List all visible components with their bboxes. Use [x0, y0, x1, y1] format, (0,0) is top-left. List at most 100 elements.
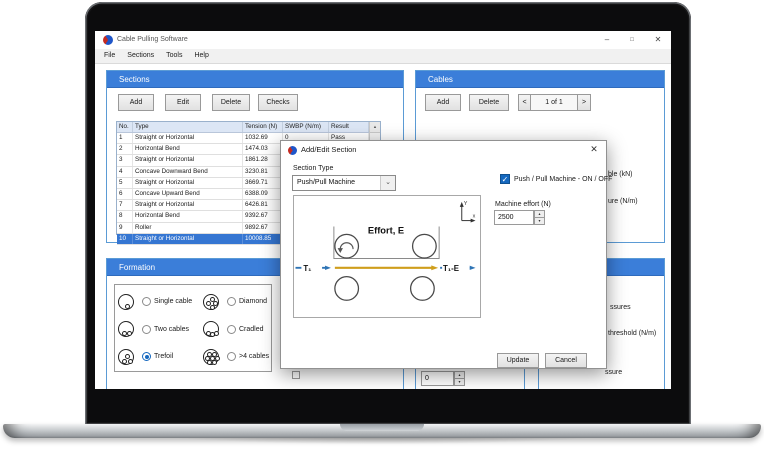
cell-tension[interactable]: 1032.69	[243, 133, 283, 143]
cell-no[interactable]: 8	[117, 211, 133, 221]
add-edit-section-dialog: Add/Edit Section ✕ Section Type Push/Pul…	[280, 140, 607, 369]
add-section-button[interactable]: Add	[118, 94, 154, 111]
cables-panel-header: Cables	[416, 71, 664, 88]
cell-no[interactable]: 4	[117, 167, 133, 177]
bottom-roller-right	[411, 277, 435, 301]
delete-section-button[interactable]: Delete	[212, 94, 250, 111]
formation-option[interactable]: Two cables	[118, 316, 203, 343]
formation-option[interactable]: Trefoil	[118, 343, 203, 370]
formation-option[interactable]: >4 cables	[203, 343, 271, 370]
machine-effort-input[interactable]: 2500	[494, 210, 534, 225]
cell-no[interactable]: 3	[117, 155, 133, 165]
bottom-roller-left	[335, 277, 359, 301]
cell-type[interactable]: Straight or Horizontal	[133, 234, 243, 244]
menu-bar: File Sections Tools Help	[95, 49, 671, 64]
threshold-spinner-input[interactable]: 0	[421, 371, 454, 386]
axis-x-label: x	[473, 214, 476, 220]
update-button[interactable]: Update	[497, 353, 539, 368]
cell-type[interactable]: Straight or Horizontal	[133, 178, 243, 188]
section-type-dropdown[interactable]: Push/Pull Machine ⌄	[292, 175, 396, 191]
spin-up-icon[interactable]: ▴	[454, 371, 465, 379]
laptop-bezel: Cable Pulling Software – □ ✕ File Sectio…	[85, 2, 691, 425]
laptop-base-notch	[340, 424, 424, 431]
top-roller-left	[335, 234, 359, 258]
col-swbp: SWBP (N/m)	[283, 122, 329, 132]
cell-type[interactable]: Straight or Horizontal	[133, 155, 243, 165]
dropdown-arrow-icon[interactable]: ⌄	[380, 176, 395, 190]
effort-label: Effort, E	[368, 225, 404, 235]
cable-next-button[interactable]: >	[577, 94, 591, 111]
cancel-button[interactable]: Cancel	[545, 353, 587, 368]
cell-type[interactable]: Horizontal Bend	[133, 211, 243, 221]
formation-radio-button[interactable]	[227, 297, 236, 306]
spin-up-icon[interactable]: ▴	[534, 210, 545, 218]
spin-down-icon[interactable]: ▾	[454, 379, 465, 387]
cell-tension[interactable]: 3669.71	[243, 178, 283, 188]
push-pull-checkbox[interactable]: ✓	[500, 174, 510, 184]
delete-cable-button[interactable]: Delete	[469, 94, 509, 111]
maximize-button[interactable]: □	[624, 31, 640, 49]
scroll-up-icon[interactable]: ▲	[370, 122, 380, 133]
col-no: No.	[117, 122, 133, 132]
cell-type[interactable]: Straight or Horizontal	[133, 200, 243, 210]
formation-option[interactable]: Cradled	[203, 316, 271, 343]
cell-tension[interactable]: 9892.67	[243, 223, 283, 233]
formation-radio-button[interactable]	[227, 352, 236, 361]
cable-dot	[125, 304, 130, 309]
cell-type[interactable]: Horizontal Bend	[133, 144, 243, 154]
formation-radio-button[interactable]	[142, 352, 151, 361]
sections-panel-title: Sections	[119, 75, 150, 84]
formation-option[interactable]: Diamond	[203, 288, 271, 315]
threshold-spinner-buttons[interactable]: ▴ ▾	[454, 371, 465, 386]
cell-no[interactable]: 9	[117, 223, 133, 233]
formation-icon	[118, 349, 134, 365]
top-roller-right	[413, 234, 437, 258]
formation-radio-button[interactable]	[142, 325, 151, 334]
cable-dot	[128, 359, 133, 364]
formation-radio-button[interactable]	[227, 325, 236, 334]
unchecked-checkbox-fragment[interactable]	[292, 371, 300, 379]
formation-option[interactable]: Single cable	[118, 288, 203, 315]
minimize-button[interactable]: –	[599, 31, 615, 49]
checks-button[interactable]: Checks	[258, 94, 298, 111]
formation-radio-button[interactable]	[142, 297, 151, 306]
push-pull-checkbox-label: Push / Pull Machine - ON / OFF	[514, 176, 612, 183]
cell-tension[interactable]: 1474.03	[243, 144, 283, 154]
menu-tools[interactable]: Tools	[160, 49, 188, 63]
cell-type[interactable]: Concave Upward Bend	[133, 189, 243, 199]
col-result: Result	[329, 122, 369, 132]
formation-option-label: >4 cables	[239, 353, 269, 360]
cell-no[interactable]: 1	[117, 133, 133, 143]
formation-panel-title: Formation	[119, 263, 155, 272]
formation-option-label: Cradled	[239, 326, 264, 333]
cell-type[interactable]: Straight or Horizontal	[133, 133, 243, 143]
menu-sections[interactable]: Sections	[121, 49, 160, 63]
sections-panel-header: Sections	[107, 71, 403, 88]
cell-tension[interactable]: 3230.81	[243, 167, 283, 177]
cell-no[interactable]: 7	[117, 200, 133, 210]
axis-y-label: Y	[464, 201, 468, 207]
cell-no[interactable]: 6	[117, 189, 133, 199]
cable-dot	[210, 305, 215, 310]
cell-tension[interactable]: 6426.81	[243, 200, 283, 210]
cell-tension[interactable]: 10008.85	[243, 234, 283, 244]
cell-no[interactable]: 2	[117, 144, 133, 154]
edit-section-button[interactable]: Edit	[165, 94, 201, 111]
cell-tension[interactable]: 6388.09	[243, 189, 283, 199]
close-button[interactable]: ✕	[650, 31, 666, 49]
dialog-close-icon[interactable]: ✕	[586, 141, 602, 157]
cell-tension[interactable]: 9392.67	[243, 211, 283, 221]
machine-effort-spinner-buttons[interactable]: ▴ ▾	[534, 210, 545, 225]
window-titlebar: Cable Pulling Software – □ ✕	[95, 31, 671, 49]
app-logo-icon	[103, 35, 113, 45]
menu-file[interactable]: File	[98, 49, 121, 63]
cell-tension[interactable]: 1861.28	[243, 155, 283, 165]
cell-type[interactable]: Roller	[133, 223, 243, 233]
spin-down-icon[interactable]: ▾	[534, 218, 545, 226]
menu-help[interactable]: Help	[188, 49, 214, 63]
cable-dot	[127, 331, 132, 336]
cell-no[interactable]: 10	[117, 234, 133, 244]
cell-no[interactable]: 5	[117, 178, 133, 188]
cell-type[interactable]: Concave Downward Bend	[133, 167, 243, 177]
add-cable-button[interactable]: Add	[425, 94, 461, 111]
